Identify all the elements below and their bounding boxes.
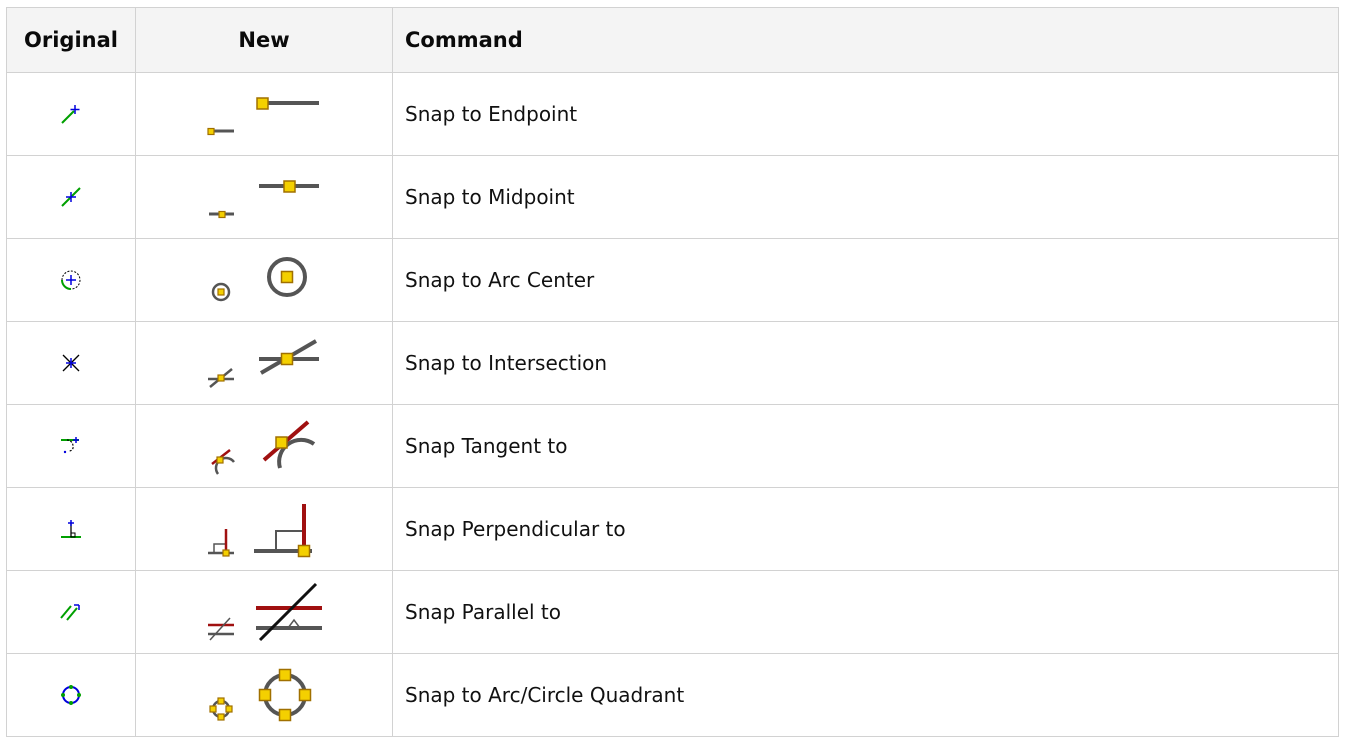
old-parallel-icon <box>60 604 80 621</box>
old-midpoint-icon <box>61 187 81 207</box>
intersection-icon <box>208 339 319 388</box>
table-row: Snap Parallel to <box>6 570 1339 654</box>
table-header-row: Original New Command <box>6 7 1339 73</box>
command-label: Snap to Endpoint <box>392 72 1339 156</box>
header-new: New <box>135 7 393 73</box>
old-tangent-icon <box>61 437 79 454</box>
command-label: Snap to Arc Center <box>392 238 1339 322</box>
command-label: Snap to Midpoint <box>392 155 1339 239</box>
quadrant-icon <box>209 668 312 722</box>
table-row: Snap to Arc Center <box>6 238 1339 322</box>
perpendicular-icon <box>208 504 312 558</box>
command-label: Snap Perpendicular to <box>392 487 1339 571</box>
midpoint-icon <box>209 180 319 219</box>
table-row: Snap Perpendicular to <box>6 487 1339 571</box>
parallel-icon <box>208 582 322 642</box>
old-endpoint-icon <box>61 105 80 124</box>
command-label: Snap Parallel to <box>392 570 1339 654</box>
table-row: Snap to Arc/Circle Quadrant <box>6 653 1339 737</box>
header-command: Command <box>392 7 1339 73</box>
table-row: Snap to Midpoint <box>6 155 1339 239</box>
command-label: Snap to Intersection <box>392 321 1339 405</box>
table-row: Snap Tangent to <box>6 404 1339 488</box>
tangent-icon <box>211 420 316 475</box>
table-row: Snap to Endpoint <box>6 72 1339 156</box>
old-quadrant-icon <box>61 685 81 705</box>
header-original: Original <box>6 7 136 73</box>
table-row: Snap to Intersection <box>6 321 1339 405</box>
command-label: Snap Tangent to <box>392 404 1339 488</box>
arc-center-icon <box>211 257 307 302</box>
old-perpendicular-icon <box>61 520 81 538</box>
old-arc-center-icon <box>61 270 81 290</box>
command-label: Snap to Arc/Circle Quadrant <box>392 653 1339 737</box>
snap-commands-table: Original New Command Snap to Endpoint Sn… <box>6 7 1339 737</box>
endpoint-icon <box>207 97 319 136</box>
old-intersection-icon <box>62 354 80 372</box>
